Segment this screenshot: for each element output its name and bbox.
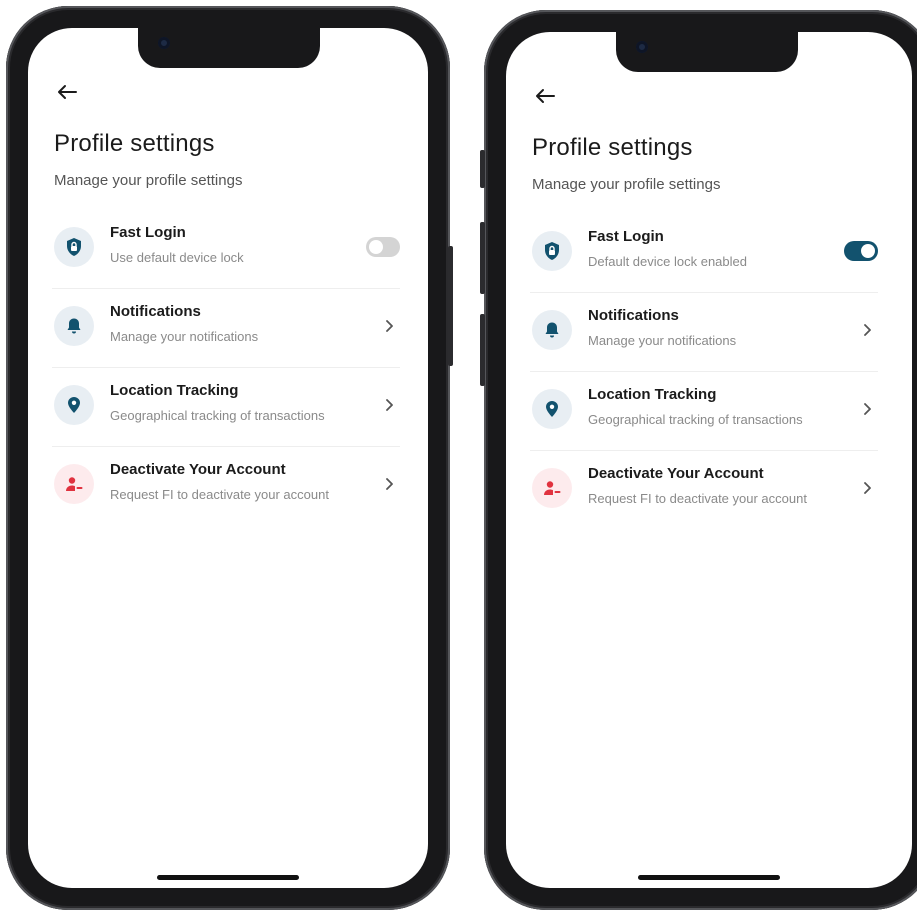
home-indicator[interactable]	[638, 875, 780, 880]
home-indicator[interactable]	[157, 875, 299, 880]
location-pin-icon	[532, 389, 572, 429]
front-camera	[636, 41, 648, 53]
settings-item-title: Notifications	[588, 307, 679, 324]
volume-down-button	[480, 314, 485, 386]
chevron-right-icon	[382, 398, 396, 412]
bell-icon	[54, 306, 94, 346]
fast-login-toggle[interactable]	[844, 241, 878, 261]
silent-switch	[480, 150, 485, 188]
location-pin-icon	[54, 385, 94, 425]
settings-item-title: Fast Login	[110, 224, 186, 241]
settings-item-fast-login[interactable]: Fast Login Use default device lock	[52, 210, 400, 289]
notch	[138, 28, 320, 68]
phone-frame-right: Profile settings Manage your profile set…	[480, 10, 917, 910]
settings-item-subtitle: Default device lock enabled	[588, 254, 747, 269]
bell-icon	[532, 310, 572, 350]
phone-frame-left: Profile settings Manage your profile set…	[6, 6, 453, 910]
user-remove-icon	[532, 468, 572, 508]
settings-item-title: Fast Login	[588, 228, 664, 245]
settings-item-subtitle: Manage your notifications	[110, 329, 259, 344]
user-remove-icon	[54, 464, 94, 504]
page-subtitle: Manage your profile settings	[532, 176, 721, 193]
front-camera	[158, 37, 170, 49]
volume-up-button	[480, 222, 485, 294]
notch	[616, 32, 798, 72]
settings-item-fast-login[interactable]: Fast Login Default device lock enabled	[530, 214, 878, 293]
chevron-right-icon	[382, 477, 396, 491]
settings-item-subtitle: Request FI to deactivate your account	[110, 487, 329, 502]
page-subtitle: Manage your profile settings	[54, 172, 243, 189]
chevron-right-icon	[860, 323, 874, 337]
settings-item-subtitle: Geographical tracking of transactions	[110, 408, 325, 423]
chevron-right-icon	[860, 402, 874, 416]
settings-item-location-tracking[interactable]: Location Tracking Geographical tracking …	[52, 368, 400, 447]
settings-item-notifications[interactable]: Notifications Manage your notifications	[530, 293, 878, 372]
page-title: Profile settings	[54, 130, 215, 157]
back-button[interactable]	[531, 82, 559, 110]
arrow-left-icon	[58, 85, 77, 99]
settings-item-deactivate-account[interactable]: Deactivate Your Account Request FI to de…	[52, 447, 400, 525]
settings-item-title: Notifications	[110, 303, 201, 320]
settings-item-title: Deactivate Your Account	[110, 461, 286, 478]
screen-right: Profile settings Manage your profile set…	[506, 32, 912, 888]
settings-item-title: Location Tracking	[588, 386, 717, 403]
shield-lock-icon	[532, 231, 572, 271]
page-title: Profile settings	[532, 134, 693, 161]
arrow-left-icon	[536, 89, 555, 103]
settings-item-deactivate-account[interactable]: Deactivate Your Account Request FI to de…	[530, 451, 878, 529]
settings-list: Fast Login Default device lock enabled N…	[530, 214, 878, 529]
settings-item-subtitle: Request FI to deactivate your account	[588, 491, 807, 506]
settings-item-title: Location Tracking	[110, 382, 239, 399]
settings-item-title: Deactivate Your Account	[588, 465, 764, 482]
chevron-right-icon	[382, 319, 396, 333]
settings-item-subtitle: Manage your notifications	[588, 333, 737, 348]
settings-item-subtitle: Geographical tracking of transactions	[588, 412, 803, 427]
settings-item-notifications[interactable]: Notifications Manage your notifications	[52, 289, 400, 368]
chevron-right-icon	[860, 481, 874, 495]
back-button[interactable]	[53, 78, 81, 106]
fast-login-toggle[interactable]	[366, 237, 400, 257]
shield-lock-icon	[54, 227, 94, 267]
settings-item-location-tracking[interactable]: Location Tracking Geographical tracking …	[530, 372, 878, 451]
power-button	[448, 246, 453, 366]
settings-list: Fast Login Use default device lock Notif…	[52, 210, 400, 525]
toggle-knob	[369, 240, 383, 254]
settings-item-subtitle: Use default device lock	[110, 250, 244, 265]
screen-left: Profile settings Manage your profile set…	[28, 28, 428, 888]
toggle-knob	[861, 244, 875, 258]
